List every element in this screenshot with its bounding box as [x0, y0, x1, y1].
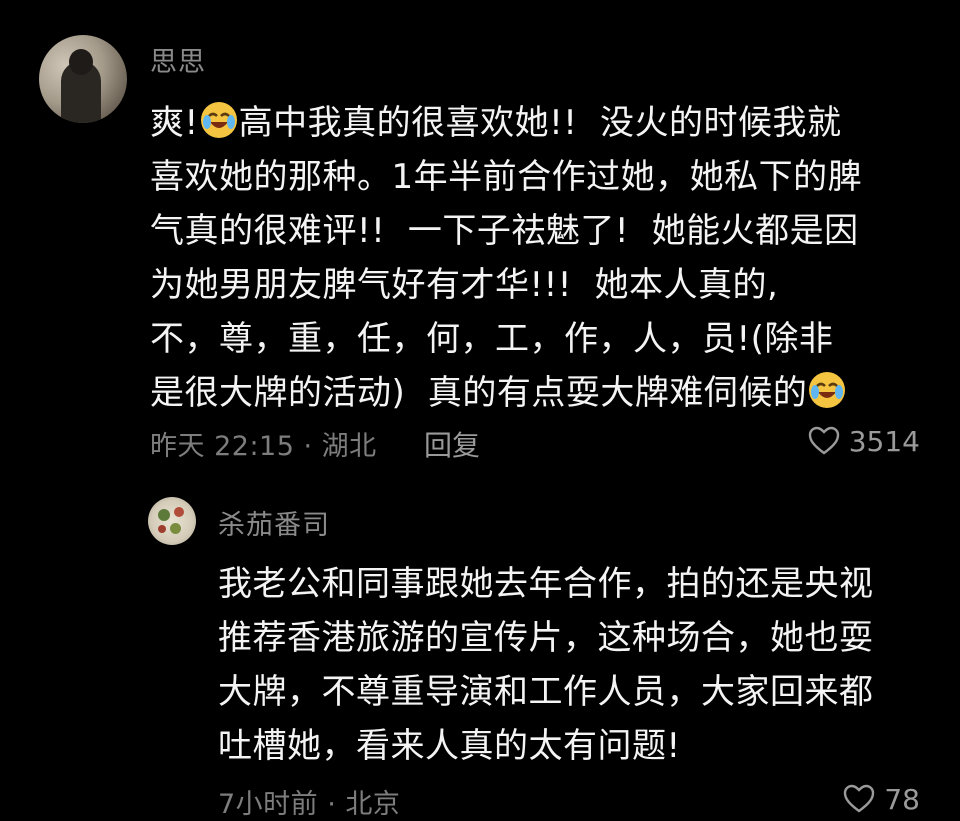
comment-line-6: 是很大牌的活动) 真的有点耍大牌难伺候的	[150, 373, 808, 413]
heart-icon	[808, 426, 839, 455]
comment-line-1b: 高中我真的很喜欢她!! 没火的时候我就	[238, 103, 842, 143]
comment-line-3: 气真的很难评!! 一下子祛魅了! 她能火都是因	[150, 211, 859, 251]
reply-line-2: 推荐香港旅游的宣传片，这种场合，她也耍	[218, 618, 874, 658]
avatar-dot	[158, 509, 170, 521]
reply-timestamp-location: 7小时前 · 北京	[218, 789, 401, 820]
like-count: 3514	[848, 424, 920, 458]
comment-line-5: 不，尊，重，任，何，工，作，人，员!(除非	[150, 319, 834, 359]
comment-line-2: 喜欢她的那种。1年半前合作过她，她私下的脾	[150, 157, 863, 197]
reply-username[interactable]: 杀茄番司	[218, 503, 330, 542]
crying-laughing-emoji-icon	[199, 100, 239, 140]
reply-avatar[interactable]	[148, 497, 196, 545]
comment-username[interactable]: 思思	[150, 40, 206, 79]
avatar-dot	[170, 523, 181, 534]
reply-body: 我老公和同事跟她去年合作，拍的还是央视 推荐香港旅游的宣传片，这种场合，她也耍 …	[218, 557, 874, 773]
avatar-head	[69, 49, 93, 75]
comment-line-4: 为她男朋友脾气好有才华!!! 她本人真的,	[150, 265, 779, 305]
heart-icon	[844, 784, 875, 813]
reply-like-count: 78	[884, 782, 920, 816]
comment-body: 爽! 高中我真的很喜欢她!! 没火的时候我就 喜欢她的那种。1年半前合作过她，她私…	[150, 96, 862, 420]
reply-line-4: 吐槽她，看来人真的太有问题!	[218, 726, 681, 766]
like-button[interactable]: 3514	[807, 424, 920, 458]
comment-timestamp-location: 昨天 22:15 · 湖北	[150, 431, 377, 462]
avatar[interactable]	[39, 35, 127, 123]
avatar-dot	[158, 525, 166, 533]
reply-button[interactable]: 回复	[424, 424, 480, 464]
comment-line-1a: 爽!	[150, 103, 199, 143]
crying-laughing-emoji-icon	[807, 370, 847, 410]
reply-like-button[interactable]: 78	[842, 782, 920, 816]
reply-line-1: 我老公和同事跟她去年合作，拍的还是央视	[218, 564, 874, 604]
reply-line-3: 大牌，不尊重导演和工作人员，大家回来都	[218, 672, 874, 712]
avatar-dot	[174, 507, 184, 517]
